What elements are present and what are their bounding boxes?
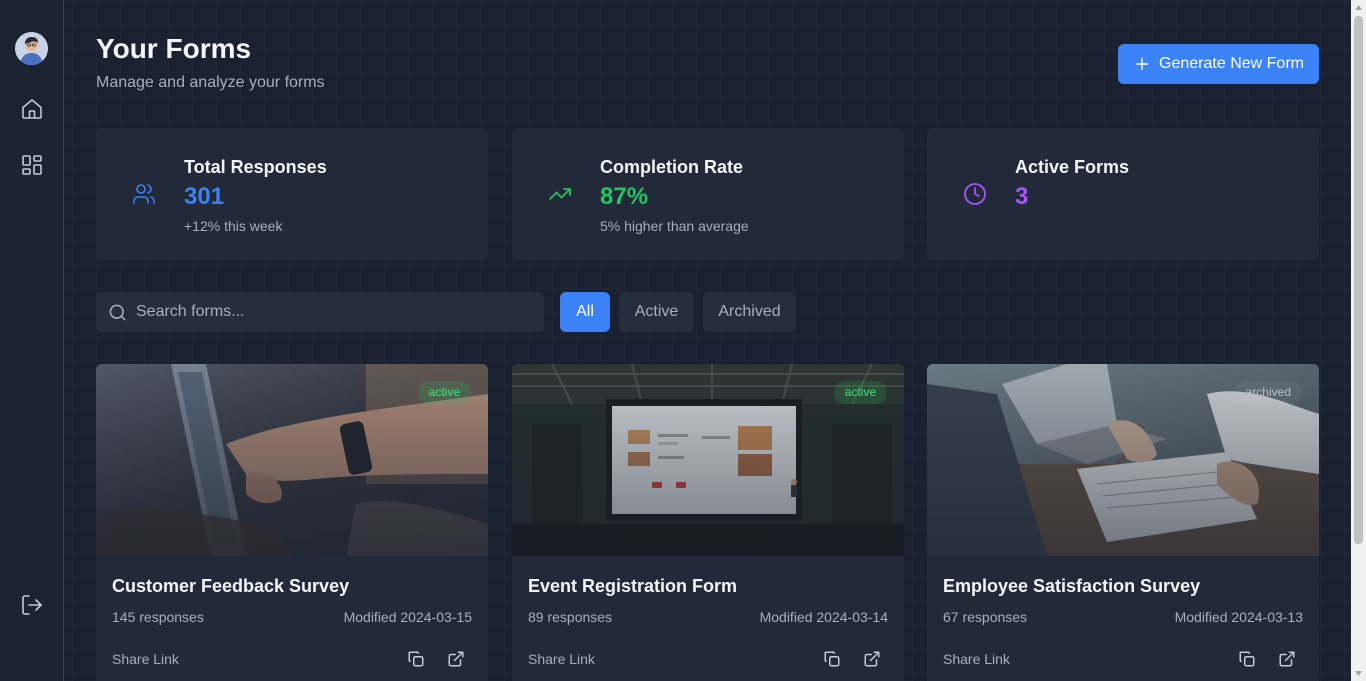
open-link-button[interactable] [1278, 650, 1296, 668]
form-title[interactable]: Employee Satisfaction Survey [943, 576, 1200, 597]
stat-title: Completion Rate [600, 157, 744, 177]
stat-title: Total Responses [184, 157, 327, 177]
form-modified-date: Modified 2024-03-15 [343, 609, 472, 625]
status-badge: archived [1234, 381, 1302, 404]
copy-icon [824, 651, 840, 667]
stat-card-total-responses: Total Responses 301 +12% this week [96, 128, 488, 260]
form-card[interactable]: archived Employee Satisfaction Survey 67… [927, 364, 1319, 681]
form-responses: 89 responses [528, 609, 613, 625]
search-box [96, 292, 544, 332]
open-link-button[interactable] [863, 650, 881, 668]
log-out-icon [22, 595, 42, 615]
grid-icon [22, 155, 42, 175]
page-title: Your Forms [96, 33, 252, 64]
form-card[interactable]: active Event Registration Form 89 respon… [512, 364, 904, 681]
stat-card-active-forms: Active Forms 3 [927, 128, 1319, 260]
stat-value: 3 [1015, 183, 1029, 210]
form-modified-date: Modified 2024-03-13 [1174, 609, 1303, 625]
stat-value: 301 [184, 183, 225, 210]
filter-active-button[interactable]: Active [619, 292, 694, 332]
home-nav-button[interactable] [20, 97, 44, 121]
form-responses: 145 responses [112, 609, 204, 625]
copy-link-button[interactable] [1238, 650, 1256, 668]
share-link-label: Share Link [112, 651, 179, 667]
open-link-button[interactable] [447, 650, 465, 668]
stat-note: +12% this week [184, 218, 283, 234]
home-icon [22, 99, 42, 119]
copy-link-button[interactable] [823, 650, 841, 668]
copy-icon [1239, 651, 1255, 667]
status-badge: active [833, 381, 887, 404]
external-link-icon [864, 651, 880, 667]
dashboard-nav-button[interactable] [20, 153, 44, 177]
form-title[interactable]: Customer Feedback Survey [112, 576, 349, 597]
stat-note: 5% higher than average [600, 218, 749, 234]
generate-new-form-button[interactable]: Generate New Form [1118, 44, 1319, 84]
copy-icon [408, 651, 424, 667]
form-modified-date: Modified 2024-03-14 [759, 609, 888, 625]
search-icon [109, 304, 126, 321]
page-subtitle: Manage and analyze your forms [96, 74, 325, 91]
filter-archived-button[interactable]: Archived [703, 292, 796, 332]
copy-link-button[interactable] [407, 650, 425, 668]
filter-all-button[interactable]: All [560, 292, 610, 332]
clock-icon [963, 182, 987, 206]
stat-title: Active Forms [1015, 157, 1130, 177]
scroll-up-arrow-icon[interactable] [1354, 3, 1363, 12]
stat-value: 87% [600, 183, 649, 210]
status-badge: active [417, 381, 471, 404]
sidebar [0, 0, 64, 681]
external-link-icon [1279, 651, 1295, 667]
share-link-label: Share Link [528, 651, 595, 667]
stat-card-completion-rate: Completion Rate 87% 5% higher than avera… [512, 128, 904, 260]
search-input[interactable] [136, 292, 536, 332]
share-link-label: Share Link [943, 651, 1010, 667]
form-card[interactable]: active Customer Feedback Survey 145 resp… [96, 364, 488, 681]
scroll-down-arrow-icon[interactable] [1354, 669, 1363, 678]
users-icon [132, 182, 156, 206]
external-link-icon [448, 651, 464, 667]
logout-button[interactable] [20, 593, 44, 617]
user-avatar[interactable] [15, 32, 48, 65]
plus-icon [1136, 58, 1149, 70]
main-content: Your Forms Manage and analyze your forms… [96, 0, 1319, 681]
trending-up-icon [548, 182, 572, 206]
scrollbar[interactable] [1351, 0, 1366, 681]
form-title[interactable]: Event Registration Form [528, 576, 737, 597]
scrollbar-thumb[interactable] [1354, 16, 1363, 544]
generate-new-form-label: Generate New Form [1159, 55, 1304, 72]
form-responses: 67 responses [943, 609, 1028, 625]
